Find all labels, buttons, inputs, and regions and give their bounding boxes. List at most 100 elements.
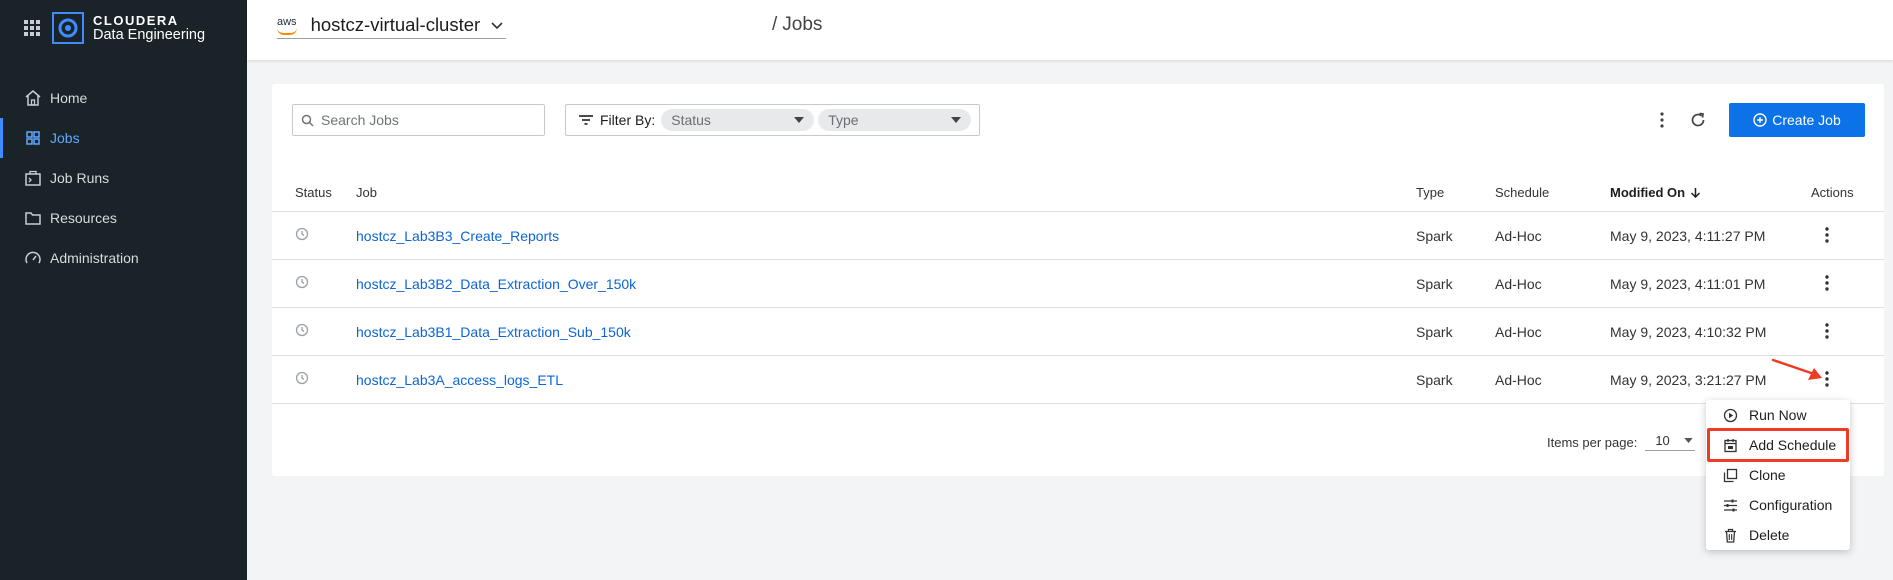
table-row: hostcz_Lab3B1_Data_Extraction_Sub_150k S… <box>272 308 1884 356</box>
column-header-job[interactable]: Job <box>356 185 377 200</box>
job-modified: May 9, 2023, 3:21:27 PM <box>1610 372 1767 388</box>
sidebar-header: CLOUDERA Data Engineering <box>24 10 205 46</box>
search-box[interactable] <box>292 104 545 136</box>
job-link[interactable]: hostcz_Lab3B3_Create_Reports <box>356 228 559 244</box>
sidebar-item-resources[interactable]: Resources <box>0 198 247 238</box>
row-actions-button[interactable] <box>1818 224 1836 246</box>
brand-name: CLOUDERA <box>93 13 179 28</box>
column-header-actions: Actions <box>1811 185 1854 200</box>
trash-icon <box>1725 528 1736 543</box>
create-job-label: Create Job <box>1772 112 1841 128</box>
caret-down-icon <box>1684 438 1693 443</box>
job-modified: May 9, 2023, 4:11:27 PM <box>1610 228 1766 244</box>
column-header-modified-label: Modified On <box>1610 185 1686 200</box>
kebab-menu-icon <box>1825 323 1829 339</box>
clock-icon <box>295 323 309 337</box>
home-icon <box>25 90 41 106</box>
cluster-selector[interactable]: aws hostcz-virtual-cluster <box>277 12 507 39</box>
clock-icon <box>295 371 309 385</box>
breadcrumb-separator: / <box>772 14 778 35</box>
page-title: Jobs <box>782 14 823 35</box>
items-per-page-value: 10 <box>1655 433 1670 448</box>
create-job-button[interactable]: Create Job <box>1729 103 1865 137</box>
top-header: aws hostcz-virtual-cluster / Jobs <box>247 0 1893 60</box>
app-grid-icon[interactable] <box>24 20 40 36</box>
filter-type-select[interactable]: Type <box>818 109 972 131</box>
job-type: Spark <box>1416 276 1453 292</box>
arrow-down-icon <box>1691 188 1701 199</box>
job-type: Spark <box>1416 372 1453 388</box>
filter-status-value: Status <box>671 112 711 128</box>
job-modified: May 9, 2023, 4:10:32 PM <box>1610 324 1767 340</box>
brand-product: Data Engineering <box>93 27 206 43</box>
job-link[interactable]: hostcz_Lab3B2_Data_Extraction_Over_150k <box>356 276 636 292</box>
table-row: hostcz_Lab3B2_Data_Extraction_Over_150k … <box>272 260 1884 308</box>
filter-label: Filter By: <box>600 112 656 128</box>
cloudera-logo-icon <box>52 12 84 44</box>
menu-item-clone[interactable]: Clone <box>1706 460 1850 490</box>
menu-item-label: Run Now <box>1749 407 1807 423</box>
kebab-menu-icon <box>1660 112 1664 128</box>
cluster-name: hostcz-virtual-cluster <box>310 14 481 35</box>
column-header-type[interactable]: Type <box>1416 185 1444 200</box>
sidebar-item-label: Jobs <box>50 130 80 146</box>
column-header-status[interactable]: Status <box>295 185 332 200</box>
menu-item-label: Clone <box>1749 467 1786 483</box>
menu-item-label: Delete <box>1749 527 1790 543</box>
sidebar-item-label: Administration <box>50 250 139 266</box>
kebab-menu-icon <box>1825 275 1829 291</box>
brand: CLOUDERA Data Engineering <box>93 13 205 43</box>
menu-item-delete[interactable]: Delete <box>1706 520 1850 550</box>
clock-icon <box>295 227 309 241</box>
row-actions-button[interactable] <box>1818 320 1836 342</box>
job-link[interactable]: hostcz_Lab3A_access_logs_ETL <box>356 372 563 388</box>
filter-status-select[interactable]: Status <box>661 109 815 131</box>
sidebar-item-label: Job Runs <box>50 170 110 186</box>
search-input[interactable] <box>321 112 521 128</box>
filter-type-value: Type <box>828 112 859 128</box>
sidebar-item-label: Resources <box>50 210 117 226</box>
sidebar-item-jobs[interactable]: Jobs <box>0 118 247 158</box>
job-runs-icon <box>25 170 41 186</box>
menu-item-run-now[interactable]: Run Now <box>1706 400 1850 430</box>
menu-item-configuration[interactable]: Configuration <box>1706 490 1850 520</box>
table-header: Status Job Type Schedule Modified On Act… <box>272 172 1884 212</box>
sidebar-item-home[interactable]: Home <box>0 78 247 118</box>
breadcrumb: / Jobs <box>767 14 822 36</box>
job-schedule: Ad-Hoc <box>1495 324 1542 340</box>
clock-icon <box>295 275 309 289</box>
row-actions-menu: Run Now Add Schedule Clone Configuration… <box>1706 400 1850 550</box>
job-schedule: Ad-Hoc <box>1495 276 1542 292</box>
job-modified: May 9, 2023, 4:11:01 PM <box>1610 276 1766 292</box>
plus-circle-icon <box>1753 113 1767 127</box>
sidebar: CLOUDERA Data Engineering Home Jobs Job … <box>0 0 247 580</box>
menu-item-label: Configuration <box>1749 497 1833 513</box>
refresh-icon <box>1691 112 1705 127</box>
sliders-icon <box>1724 499 1737 511</box>
more-options-button[interactable] <box>1650 107 1674 133</box>
sidebar-item-administration[interactable]: Administration <box>0 238 247 278</box>
menu-item-add-schedule[interactable]: Add Schedule <box>1706 430 1850 460</box>
column-header-modified[interactable]: Modified On <box>1610 185 1701 200</box>
column-header-schedule[interactable]: Schedule <box>1495 185 1549 200</box>
jobs-grid-icon <box>26 131 40 145</box>
table-row: hostcz_Lab3B3_Create_Reports Spark Ad-Ho… <box>272 212 1884 260</box>
sidebar-item-job-runs[interactable]: Job Runs <box>0 158 247 198</box>
filter-icon <box>579 115 593 125</box>
copy-icon <box>1723 468 1738 482</box>
job-type: Spark <box>1416 324 1453 340</box>
gauge-icon <box>25 251 41 264</box>
menu-item-label: Add Schedule <box>1749 437 1837 453</box>
folder-icon <box>25 212 41 225</box>
refresh-button[interactable] <box>1686 107 1710 133</box>
filter-bar: Filter By: Status Type <box>565 104 980 136</box>
kebab-menu-icon <box>1825 227 1829 243</box>
items-per-page-label: Items per page: <box>1547 434 1638 450</box>
caret-down-icon <box>951 117 962 123</box>
job-link[interactable]: hostcz_Lab3B1_Data_Extraction_Sub_150k <box>356 324 631 340</box>
row-actions-button[interactable] <box>1818 272 1836 294</box>
annotation-arrow-icon <box>1771 358 1822 380</box>
play-circle-icon <box>1723 408 1738 422</box>
items-per-page-select[interactable]: 10 <box>1645 433 1696 451</box>
jobs-card: Filter By: Status Type Create Job Status… <box>272 84 1884 476</box>
